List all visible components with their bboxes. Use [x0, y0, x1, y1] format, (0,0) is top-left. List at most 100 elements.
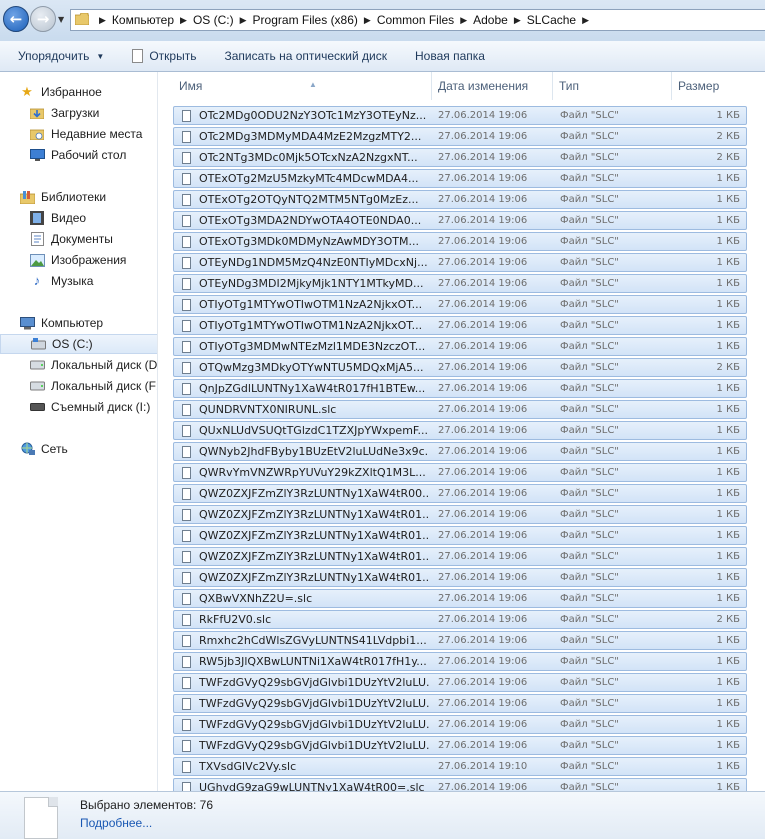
file-row[interactable]: TWFzdGVyQ29sbGVjdGlvbi1DUzYtV2luLU... 27.…: [173, 673, 747, 692]
breadcrumb-separator-icon[interactable]: ▶: [99, 15, 106, 26]
file-size: 1 КБ: [716, 320, 740, 331]
file-name: OTExOTg2MzU5MzkyMTc4MDcwMDA4...: [199, 172, 419, 185]
file-row[interactable]: OTEyNDg1NDM5MzQ4NzE0NTIyMDcxNj... 27.06.2…: [173, 253, 747, 272]
file-row[interactable]: QUxNLUdVSUQtTGlzdC1TZXJpYWxpemF... 27.06.…: [173, 421, 747, 440]
file-row[interactable]: QUNDRVNTX0NIRUNL.slc 27.06.2014 19:06 Файл…: [173, 400, 747, 419]
file-size: 2 КБ: [716, 362, 740, 373]
file-icon: [182, 194, 191, 206]
breadcrumb-item[interactable]: SLCache: [527, 13, 576, 27]
file-row[interactable]: OTc2NTg3MDc0Mjk5OTcxNzA2NzgxNT... 27.06.2…: [173, 148, 747, 167]
file-icon: [182, 782, 191, 791]
column-header-size[interactable]: Размер: [672, 72, 747, 100]
file-type: Файл "SLC": [560, 194, 619, 205]
nav-computer[interactable]: Компьютер: [0, 313, 157, 333]
breadcrumb-item[interactable]: Компьютер: [112, 13, 174, 27]
file-date: 27.06.2014 19:06: [438, 404, 528, 415]
file-row[interactable]: QWRvYmVNZWRpYUVuY29kZXltQ1M3L... 27.06.20…: [173, 463, 747, 482]
file-row[interactable]: TWFzdGVyQ29sbGVjdGlvbi1DUzYtV2luLU... 27.…: [173, 694, 747, 713]
column-header-date[interactable]: Дата изменения: [432, 72, 553, 100]
file-row[interactable]: OTIyOTg1MTYwOTIwOTM1NzA2NjkxOT... 27.06.2…: [173, 316, 747, 335]
file-row[interactable]: QXBwVXNhZ2U=.slc 27.06.2014 19:06 Файл "SL…: [173, 589, 747, 608]
nav-desktop[interactable]: Рабочий стол: [0, 145, 157, 165]
file-name: QWZ0ZXJFZmZlY3RzLUNTNy1XaW4tR00...: [199, 487, 429, 500]
nav-local-disk-f[interactable]: Локальный диск (F:: [0, 376, 157, 396]
file-row[interactable]: OTIyOTg3MDMwNTEzMzl1MDE3NzczOT... 27.06.2…: [173, 337, 747, 356]
file-size: 1 КБ: [716, 677, 740, 688]
file-row[interactable]: TXVsdGlVc2Vy.slc 27.06.2014 19:10 Файл "SL…: [173, 757, 747, 776]
breadcrumb-separator-icon[interactable]: ▶: [240, 15, 247, 26]
file-row[interactable]: OTc2MDg3MDMyMDA4MzE2MzgzMTY2... 27.06.201…: [173, 127, 747, 146]
file-size: 2 КБ: [716, 614, 740, 625]
file-row[interactable]: OTc2MDg0ODU2NzY3OTc1MzY3OTEyNz... 27.06.2…: [173, 106, 747, 125]
file-row[interactable]: OTExOTg2MzU5MzkyMTc4MDcwMDA4... 27.06.201…: [173, 169, 747, 188]
document-icon: [132, 49, 144, 63]
nav-label: Съемный диск (I:): [51, 400, 151, 414]
burn-button[interactable]: Записать на оптический диск: [210, 41, 401, 71]
nav-video[interactable]: Видео: [0, 208, 157, 228]
selection-count: Выбрано элементов: 76: [80, 798, 213, 812]
breadcrumb[interactable]: ▶ Компьютер ▶ OS (C:) ▶ Program Files (x86) ▶ C…: [70, 9, 765, 31]
file-row[interactable]: OTIyOTg1MTYwOTIwOTM1NzA2NjkxOT... 27.06.2…: [173, 295, 747, 314]
file-row[interactable]: Rmxhc2hCdWlsZGVyLUNTNS41LVdpbi1... 27.06.…: [173, 631, 747, 650]
nav-local-disk-d[interactable]: Локальный диск (D: [0, 355, 157, 375]
breadcrumb-separator-icon[interactable]: ▶: [514, 15, 521, 26]
breadcrumb-path: ▶ Компьютер ▶ OS (C:) ▶ Program Files (x86) ▶ C…: [93, 10, 595, 30]
file-row[interactable]: QWZ0ZXJFZmZlY3RzLUNTNy1XaW4tR01... 27.06.…: [173, 526, 747, 545]
file-row[interactable]: RW5jb3JlQXBwLUNTNi1XaW4tR017fH1y... 27.06…: [173, 652, 747, 671]
breadcrumb-separator-icon[interactable]: ▶: [180, 15, 187, 26]
back-button[interactable]: ←: [3, 6, 29, 32]
nav-recent-places[interactable]: Недавние места: [0, 124, 157, 144]
file-date: 27.06.2014 19:06: [438, 110, 528, 121]
file-row[interactable]: QWZ0ZXJFZmZlY3RzLUNTNy1XaW4tR00... 27.06.…: [173, 484, 747, 503]
new-folder-button[interactable]: Новая папка: [401, 41, 499, 71]
forward-button[interactable]: →: [30, 6, 56, 32]
file-row[interactable]: QWZ0ZXJFZmZlY3RzLUNTNy1XaW4tR01... 27.06.…: [173, 547, 747, 566]
column-header-type[interactable]: Тип: [553, 72, 672, 100]
breadcrumb-separator-icon[interactable]: ▶: [582, 15, 589, 26]
file-size: 1 КБ: [716, 278, 740, 289]
nav-downloads[interactable]: Загрузки: [0, 103, 157, 123]
file-row[interactable]: OTExOTg2OTQyNTQ2MTM5NTg0MzEz... 27.06.201…: [173, 190, 747, 209]
file-icon: [182, 509, 191, 521]
nav-removable-disk-i[interactable]: Съемный диск (I:): [0, 397, 157, 417]
file-row[interactable]: OTEyNDg3MDI2MjkyMjk1NTY1MTkyMD... 27.06.2…: [173, 274, 747, 293]
file-row[interactable]: QWZ0ZXJFZmZlY3RzLUNTNy1XaW4tR01... 27.06.…: [173, 568, 747, 587]
nav-documents[interactable]: Документы: [0, 229, 157, 249]
file-row[interactable]: OTExOTg3MDk0MDMyNzAwMDY3OTM... 27.06.2014…: [173, 232, 747, 251]
file-name: OTExOTg2OTQyNTQ2MTM5NTg0MzEz...: [199, 193, 419, 206]
file-row[interactable]: OTExOTg3MDA2NDYwOTA4OTE0NDA0... 27.06.201…: [173, 211, 747, 230]
file-row[interactable]: TWFzdGVyQ29sbGVjdGlvbi1DUzYtV2luLU... 27.…: [173, 715, 747, 734]
file-icon: [182, 530, 191, 542]
libraries-icon: [19, 190, 35, 204]
file-icon: [182, 278, 191, 290]
file-icon: [182, 488, 191, 500]
nav-network[interactable]: Сеть: [0, 439, 157, 459]
breadcrumb-separator-icon[interactable]: ▶: [364, 15, 371, 26]
breadcrumb-item[interactable]: OS (C:): [193, 13, 234, 27]
nav-pictures[interactable]: Изображения: [0, 250, 157, 270]
file-name: QWZ0ZXJFZmZlY3RzLUNTNy1XaW4tR01...: [199, 529, 429, 542]
nav-favorites[interactable]: ★ Избранное: [0, 82, 157, 102]
file-name: OTIyOTg1MTYwOTIwOTM1NzA2NjkxOT...: [199, 298, 423, 311]
nav-music[interactable]: ♪ Музыка: [0, 271, 157, 291]
file-row[interactable]: OTQwMzg3MDkyOTYwNTU5MDQxMjA5... 27.06.201…: [173, 358, 747, 377]
breadcrumb-item[interactable]: Adobe: [473, 13, 508, 27]
nav-libraries[interactable]: Библиотеки: [0, 187, 157, 207]
breadcrumb-item[interactable]: Common Files: [377, 13, 454, 27]
file-size: 1 КБ: [716, 404, 740, 415]
open-button[interactable]: Открыть: [118, 41, 210, 71]
file-row[interactable]: QWZ0ZXJFZmZlY3RzLUNTNy1XaW4tR01... 27.06.…: [173, 505, 747, 524]
organize-button[interactable]: Упорядочить ▼: [0, 41, 118, 71]
breadcrumb-separator-icon[interactable]: ▶: [460, 15, 467, 26]
breadcrumb-item[interactable]: Program Files (x86): [253, 13, 358, 27]
column-header-name[interactable]: ▲ Имя: [173, 72, 432, 100]
file-type: Файл "SLC": [560, 341, 619, 352]
file-row[interactable]: RkFfU2V0.slc 27.06.2014 19:06 Файл "SLC" 2 …: [173, 610, 747, 629]
file-row[interactable]: QnJpZGdlLUNTNy1XaW4tR017fH1BTEw... 27.06.…: [173, 379, 747, 398]
file-row[interactable]: TWFzdGVyQ29sbGVjdGlvbi1DUzYtV2luLU... 27.…: [173, 736, 747, 755]
recent-pages-chevron-icon[interactable]: ▼: [58, 15, 64, 24]
file-row[interactable]: UGhvdG9zaG9wLUNTNy1XaW4tR00=.slc 27.06.20…: [173, 778, 747, 791]
nav-drive-c[interactable]: OS (C:): [0, 334, 157, 354]
file-row[interactable]: QWNyb2JhdFByby1BUzEtV2luLUdNe3x9c... 27.0…: [173, 442, 747, 461]
more-details-link[interactable]: Подробнее...: [80, 816, 152, 830]
